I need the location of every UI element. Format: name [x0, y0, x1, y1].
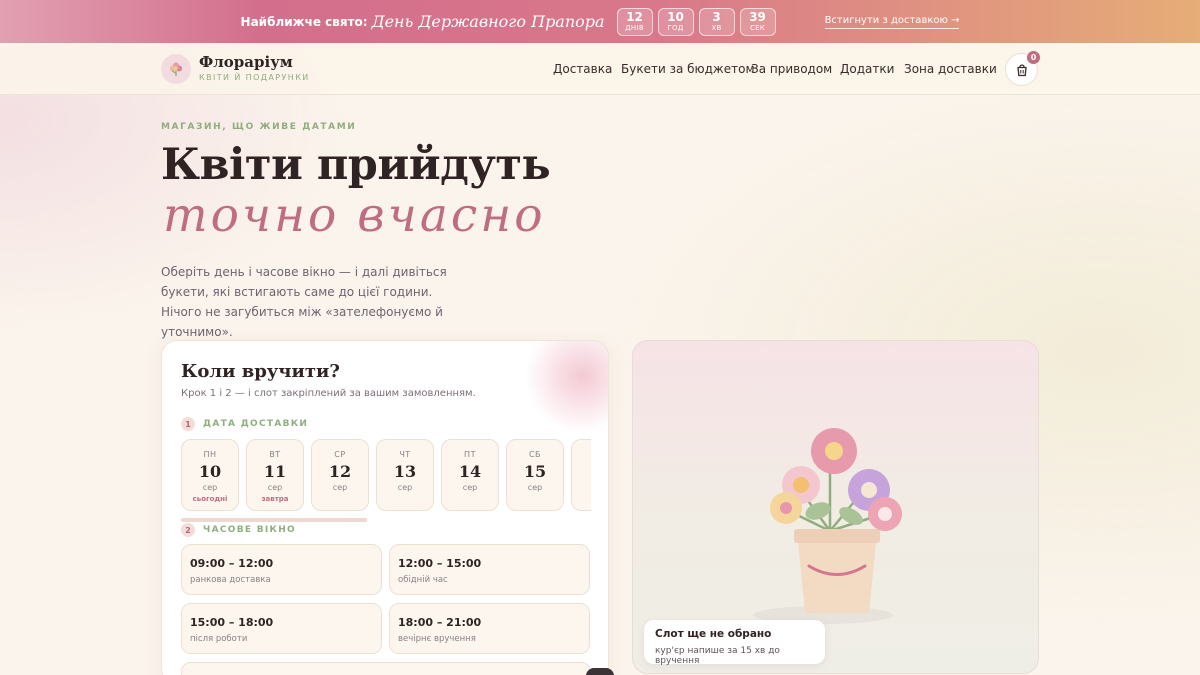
floating-action-button[interactable]: [586, 668, 614, 675]
time-slot-midday[interactable]: 12:00 – 15:00 обідній час: [389, 544, 590, 595]
status-subtitle: кур'єр напише за 15 хв до вручення: [655, 646, 780, 666]
step-number: 1: [181, 417, 195, 431]
status-title: Слот ще не обрано: [655, 628, 772, 640]
promo-label: Найближче свято:: [240, 14, 368, 29]
hero-eyebrow: МАГАЗИН, ЩО ЖИВЕ ДАТАМИ: [161, 122, 357, 132]
card-decoration: [522, 341, 608, 431]
step-time: 2 ЧАСОВЕ ВІКНО: [181, 523, 296, 537]
promo-holiday: День Державного Прапора: [371, 12, 605, 31]
delivery-status-card: Слот ще не обрано кур'єр напише за 15 хв…: [644, 620, 825, 666]
hero-lead: Оберіть день і часове вікно — і далі див…: [161, 265, 447, 339]
hero-title-script: точно вчасно: [163, 188, 546, 243]
nav-budget-bouquets[interactable]: Букети за бюджетом: [621, 62, 755, 76]
day-option-tue[interactable]: ВТ 11 сер завтра: [246, 439, 304, 511]
time-slot-morning[interactable]: 09:00 – 12:00 ранкова доставка: [181, 544, 382, 595]
day-option-fri[interactable]: ПТ 14 сер: [441, 439, 499, 511]
time-slot-evening[interactable]: 18:00 – 21:00 вечірнє вручення: [389, 603, 590, 654]
flower-icon[interactable]: [161, 54, 191, 84]
days-scrollbar[interactable]: [181, 518, 367, 522]
delivery-booking-card: Коли вручити? Крок 1 і 2 — і слот закріп…: [161, 340, 609, 675]
step-label: ЧАСОВЕ ВІКНО: [203, 525, 296, 535]
promo-delivery-link[interactable]: Встигнути з доставкою →: [824, 15, 960, 29]
logo-tagline: КВІТИ Й ПОДАРУНКИ: [199, 73, 310, 82]
countdown-minutes: 3 ХВ: [698, 7, 735, 36]
site-header: Флораріум КВІТИ Й ПОДАРУНКИ Доставка Бук…: [0, 43, 1200, 95]
day-option-sat[interactable]: СБ 15 сер: [506, 439, 564, 511]
countdown-seconds: 39 СЕК: [739, 7, 776, 36]
booking-subtitle: Крок 1 і 2 — і слот закріплений за вашим…: [181, 388, 476, 399]
promo-bar: Найближче свято: День Державного Прапора…: [0, 0, 1200, 43]
cart-count-badge: 0: [1026, 50, 1041, 65]
nav-delivery[interactable]: Доставка: [553, 62, 612, 76]
countdown-hours: 10 ГОД: [657, 7, 694, 36]
day-option-next-partial[interactable]: [571, 439, 591, 511]
step-number: 2: [181, 523, 195, 537]
time-slot-afternoon[interactable]: 15:00 – 18:00 після роботи: [181, 603, 382, 654]
day-option-thu[interactable]: ЧТ 13 сер: [376, 439, 434, 511]
day-option-wed[interactable]: СР 12 сер: [311, 439, 369, 511]
countdown-days: 12 ДНІВ: [616, 7, 653, 36]
booking-title: Коли вручити?: [181, 361, 340, 382]
nav-delivery-zone[interactable]: Зона доставки: [904, 62, 997, 76]
nav-occasions[interactable]: За приводом: [751, 62, 832, 76]
day-option-mon[interactable]: ПН 10 сер сьогодні: [181, 439, 239, 511]
step-label: ДАТА ДОСТАВКИ: [203, 419, 309, 429]
booking-extra-field[interactable]: [181, 662, 591, 675]
nav-addons[interactable]: Додатки: [840, 62, 894, 76]
logo-name[interactable]: Флораріум: [199, 53, 293, 71]
step-date: 1 ДАТА ДОСТАВКИ: [181, 417, 308, 431]
hero-title: Квіти прийдуть: [161, 140, 551, 190]
